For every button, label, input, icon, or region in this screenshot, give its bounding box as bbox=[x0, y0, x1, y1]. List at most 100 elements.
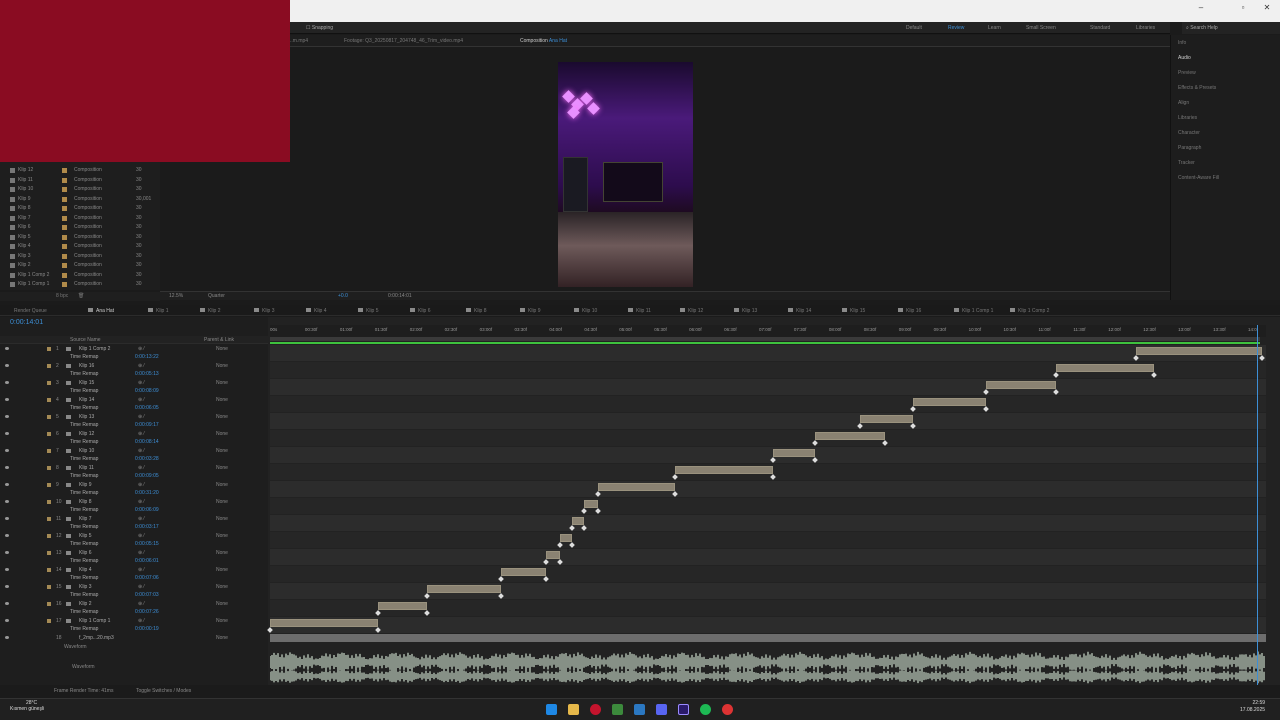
layer-row[interactable]: 1 Klip 1 Comp 2 ⊕ ⁄ None bbox=[0, 345, 268, 353]
panel-audio[interactable]: Audio bbox=[1178, 55, 1191, 61]
label-color[interactable] bbox=[47, 534, 51, 538]
time-remap-row[interactable]: Time Remap 0:00:06:05 bbox=[0, 404, 268, 413]
keyframe[interactable] bbox=[543, 559, 549, 565]
timeline-tab-7[interactable]: Klip 6 bbox=[410, 308, 431, 314]
workspace-libraries[interactable]: Libraries bbox=[1136, 25, 1155, 31]
workspace-default[interactable]: Default bbox=[906, 25, 922, 31]
project-item[interactable]: Klip 9 Composition 30,001 bbox=[0, 195, 160, 204]
parent-select[interactable]: None bbox=[216, 414, 228, 420]
time-remap-row[interactable]: Time Remap 0:00:06:09 bbox=[0, 506, 268, 515]
search-help-input[interactable]: ⌕ Search Help bbox=[1182, 22, 1280, 34]
layer-row[interactable]: 15 Klip 3 ⊕ ⁄ None bbox=[0, 583, 268, 591]
timeline-tab-16[interactable]: Klip 16 bbox=[898, 308, 921, 314]
layer-row[interactable]: 8 Klip 11 ⊕ ⁄ None bbox=[0, 464, 268, 472]
project-item[interactable]: Klip 5 Composition 30 bbox=[0, 233, 160, 242]
timeline-tab-17[interactable]: Klip 1 Comp 1 bbox=[954, 308, 993, 314]
switches-icon[interactable]: ⊕ ⁄ bbox=[138, 550, 144, 556]
time-remap-row[interactable]: Time Remap 0:00:07:03 bbox=[0, 591, 268, 600]
keyframe[interactable] bbox=[672, 474, 679, 480]
label-color[interactable] bbox=[47, 398, 51, 402]
time-remap-row[interactable]: Time Remap 0:00:03:17 bbox=[0, 523, 268, 532]
time-remap-row[interactable]: Time Remap 0:00:08:14 bbox=[0, 438, 268, 447]
after-effects-icon[interactable] bbox=[678, 704, 689, 715]
timeline-tab-18[interactable]: Klip 1 Comp 2 bbox=[1010, 308, 1049, 314]
timeline-tab-11[interactable]: Klip 11 bbox=[628, 308, 651, 314]
label-color[interactable] bbox=[47, 551, 51, 555]
time-remap-row[interactable]: Time Remap 0:00:03:28 bbox=[0, 455, 268, 464]
maximize-icon[interactable]: ▫ bbox=[1236, 3, 1250, 12]
exposure-value[interactable]: +0.0 bbox=[338, 293, 348, 299]
project-item[interactable]: Klip 1 Comp 2 Composition 30 bbox=[0, 271, 160, 280]
workspace-standard[interactable]: Standard bbox=[1090, 25, 1110, 31]
keyframe[interactable] bbox=[909, 406, 916, 412]
keyframe[interactable] bbox=[812, 457, 818, 463]
switches-icon[interactable]: ⊕ ⁄ bbox=[138, 346, 144, 352]
keyframe[interactable] bbox=[1259, 355, 1265, 361]
discord-icon[interactable] bbox=[656, 704, 667, 715]
keyframe[interactable] bbox=[770, 474, 776, 480]
layer-clip-bar[interactable] bbox=[860, 415, 913, 423]
keyframe[interactable] bbox=[672, 491, 679, 497]
parent-select[interactable]: None bbox=[216, 465, 228, 471]
layer-clip-bar[interactable] bbox=[675, 466, 773, 474]
keyframe[interactable] bbox=[568, 542, 575, 548]
layer-clip-bar[interactable] bbox=[559, 534, 572, 542]
switches-icon[interactable]: ⊕ ⁄ bbox=[138, 397, 144, 403]
opera-icon[interactable] bbox=[590, 704, 601, 715]
label-color[interactable] bbox=[47, 466, 51, 470]
layer-clip-bar[interactable] bbox=[427, 585, 501, 593]
switches-icon[interactable]: ⊕ ⁄ bbox=[138, 584, 144, 590]
timeline-tab-4[interactable]: Klip 3 bbox=[254, 308, 275, 314]
viewer-tab-2[interactable]: Composition Ana Hat bbox=[520, 38, 567, 44]
viewer-timecode[interactable]: 0:00:14:01 bbox=[388, 293, 412, 299]
time-remap-row[interactable]: Time Remap 0:00:07:26 bbox=[0, 608, 268, 617]
parent-select[interactable]: None bbox=[216, 618, 228, 624]
timeline-timecode[interactable]: 0:00:14:01 bbox=[10, 319, 43, 326]
switches-icon[interactable]: ⊕ ⁄ bbox=[138, 567, 144, 573]
time-remap-row[interactable]: Time Remap 0:00:00:19 bbox=[0, 625, 268, 634]
visibility-eye-icon[interactable] bbox=[5, 398, 9, 401]
layer-row[interactable]: 3 Klip 15 ⊕ ⁄ None bbox=[0, 379, 268, 387]
keyframe[interactable] bbox=[568, 525, 575, 531]
visibility-eye-icon[interactable] bbox=[5, 517, 9, 520]
time-remap-row[interactable]: Time Remap 0:00:09:05 bbox=[0, 472, 268, 481]
trash-icon[interactable]: 🗑 bbox=[78, 293, 84, 299]
keyframe[interactable] bbox=[595, 491, 602, 497]
label-color[interactable] bbox=[47, 364, 51, 368]
file-explorer-icon[interactable] bbox=[568, 704, 579, 715]
layer-row[interactable]: 11 Klip 7 ⊕ ⁄ None bbox=[0, 515, 268, 523]
timeline-tab-8[interactable]: Klip 8 bbox=[466, 308, 487, 314]
label-color[interactable] bbox=[47, 602, 51, 606]
keyframe[interactable] bbox=[770, 457, 776, 463]
time-ruler[interactable]: 00s 00:30f 01:00f 01:30f 02:00f 02:30f 03:00f 0… bbox=[270, 325, 1266, 337]
project-item[interactable]: Klip 7 Composition 30 bbox=[0, 214, 160, 223]
layer-clip-bar[interactable] bbox=[571, 517, 585, 525]
layer-row[interactable]: 12 Klip 5 ⊕ ⁄ None bbox=[0, 532, 268, 540]
keyframe[interactable] bbox=[1053, 389, 1059, 395]
panel-info[interactable]: Info bbox=[1178, 40, 1186, 46]
keyframe[interactable] bbox=[1053, 372, 1059, 378]
parent-select[interactable]: None bbox=[216, 448, 228, 454]
visibility-eye-icon[interactable] bbox=[5, 466, 9, 469]
timeline-tab-5[interactable]: Klip 4 bbox=[306, 308, 327, 314]
current-time-indicator[interactable] bbox=[1257, 325, 1258, 685]
panel-character[interactable]: Character bbox=[1178, 130, 1200, 136]
keyframe[interactable] bbox=[581, 525, 588, 531]
project-item[interactable]: Klip 10 Composition 30 bbox=[0, 185, 160, 194]
label-color[interactable] bbox=[47, 585, 51, 589]
time-remap-row[interactable]: Time Remap 0:00:05:13 bbox=[0, 370, 268, 379]
start-icon[interactable] bbox=[546, 704, 557, 715]
keyframe[interactable] bbox=[595, 508, 602, 514]
keyframe[interactable] bbox=[497, 576, 504, 582]
project-item[interactable]: Klip 3 Composition 30 bbox=[0, 252, 160, 261]
project-item[interactable]: Klip 4 Composition 30 bbox=[0, 242, 160, 251]
visibility-eye-icon[interactable] bbox=[5, 415, 9, 418]
keyframe[interactable] bbox=[375, 610, 382, 616]
keyframe[interactable] bbox=[497, 593, 504, 599]
layer-row[interactable]: 5 Klip 13 ⊕ ⁄ None bbox=[0, 413, 268, 421]
time-remap-row[interactable]: Time Remap 0:00:09:17 bbox=[0, 421, 268, 430]
composition-viewer[interactable] bbox=[290, 48, 1170, 290]
keyframe[interactable] bbox=[581, 508, 588, 514]
telegram-icon[interactable] bbox=[634, 704, 645, 715]
timeline-tab-14[interactable]: Klip 14 bbox=[788, 308, 811, 314]
